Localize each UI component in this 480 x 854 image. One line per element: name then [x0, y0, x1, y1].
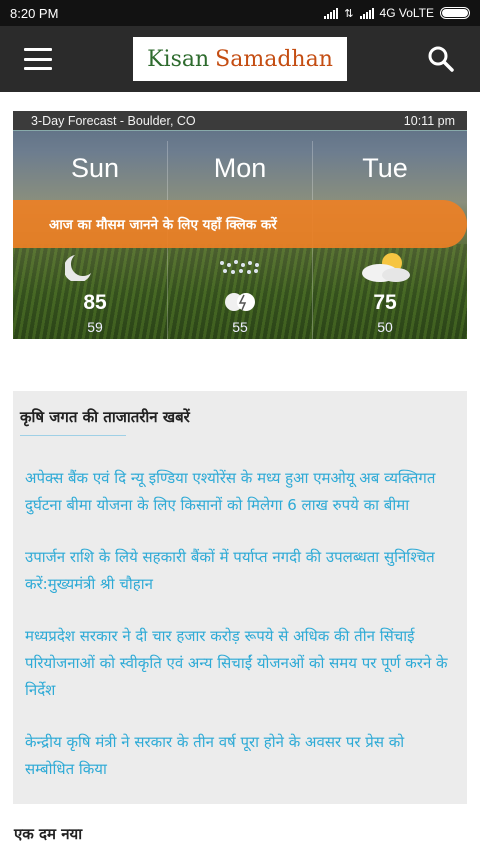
forecast-low: 55	[232, 319, 248, 335]
forecast-day-name: Mon	[213, 153, 267, 183]
title-underline	[20, 435, 126, 436]
forecast-low: 50	[377, 319, 393, 335]
news-link[interactable]: उपार्जन राशि के लिये सहकारी बैंकों में प…	[25, 544, 455, 598]
weather-widget[interactable]: 3-Day Forecast - Boulder, CO 10:11 pm Su…	[13, 111, 467, 339]
thunderstorm-icon	[168, 253, 312, 281]
site-logo[interactable]: Kisan Samadhan	[133, 37, 347, 81]
forecast-day-name: Tue	[362, 153, 408, 183]
news-link[interactable]: अपेक्स बैंक एवं दि न्यू इण्डिया एश्योरें…	[25, 465, 455, 519]
status-bar: 8:20 PM ⇅ 4G VoLTE	[0, 0, 480, 26]
status-time: 8:20 PM	[10, 5, 59, 21]
hamburger-menu-icon[interactable]	[24, 48, 52, 70]
news-list: अपेक्स बैंक एवं दि न्यू इण्डिया एश्योरें…	[25, 465, 455, 804]
forecast-high: 75	[373, 291, 397, 314]
forecast-low: 59	[87, 319, 103, 335]
network-label: 4G VoLTE	[379, 6, 434, 20]
forecast-location: 3-Day Forecast - Boulder, CO	[31, 113, 196, 128]
news-section-title: कृषि जगत की ताजातरीन खबरें	[20, 408, 190, 426]
latest-news-panel: कृषि जगत की ताजातरीन खबरें अपेक्स बैंक ए…	[13, 391, 467, 804]
forecast-high: 85	[83, 291, 107, 314]
forecast-day-name: Sun	[70, 153, 120, 183]
logo-word-samadhan: Samadhan	[215, 46, 333, 72]
signal-icon	[359, 7, 374, 19]
logo-word-kisan: Kisan	[147, 46, 210, 72]
news-link[interactable]: मध्यप्रदेश सरकार ने दी चार हजार करोड़ रू…	[25, 623, 455, 704]
status-icons: ⇅ 4G VoLTE	[324, 6, 470, 20]
battery-icon	[440, 7, 470, 19]
search-icon[interactable]	[427, 45, 455, 73]
news-link[interactable]: केन्द्रीय कृषि मंत्री ने सरकार के तीन वर…	[25, 729, 455, 783]
forecast-time: 10:11 pm	[403, 113, 455, 128]
signal-icon	[324, 7, 339, 19]
app-bar: Kisan Samadhan	[0, 26, 480, 92]
moon-cloud-icon	[23, 253, 167, 281]
check-weather-button[interactable]: आज का मौसम जानने के लिए यहाँ क्लिक करें	[13, 200, 467, 248]
partly-cloudy-icon	[313, 253, 457, 283]
new-section-title: एक दम नया	[14, 825, 83, 843]
forecast-header: 3-Day Forecast - Boulder, CO 10:11 pm	[13, 111, 467, 131]
forecast-high	[168, 291, 312, 319]
scroll-fade	[13, 778, 467, 804]
data-transfer-icon: ⇅	[344, 7, 354, 20]
